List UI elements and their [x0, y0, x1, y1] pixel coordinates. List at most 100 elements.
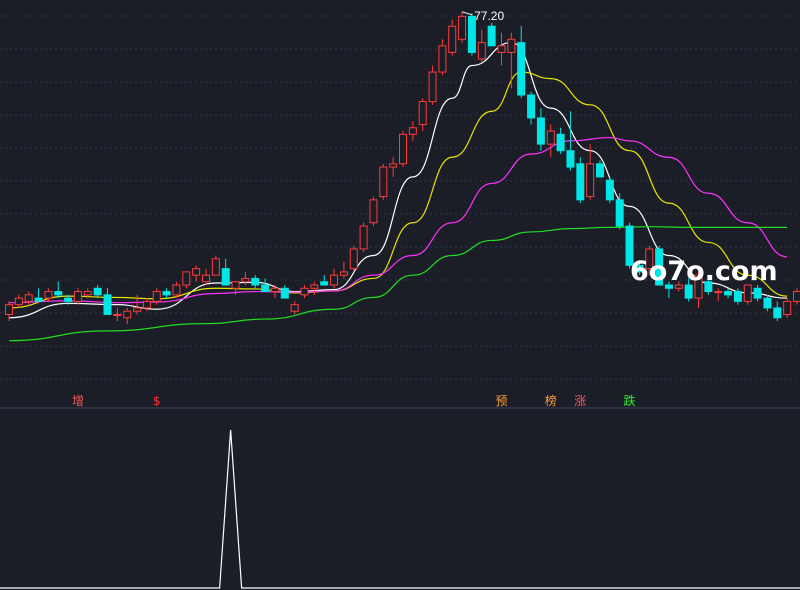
- candle: [280, 285, 289, 299]
- candle: [487, 22, 496, 47]
- candle: [517, 26, 526, 99]
- candle: [54, 281, 63, 299]
- candle-body-up: [270, 287, 279, 293]
- candle-body-up: [113, 313, 122, 316]
- candle: [270, 285, 279, 299]
- candle: [34, 288, 43, 302]
- candle: [793, 288, 800, 305]
- candle: [379, 163, 388, 200]
- candle-body-down: [773, 307, 782, 319]
- candle-body-down: [54, 291, 63, 296]
- candle-body-up: [202, 274, 210, 283]
- candle-body-up: [5, 304, 13, 315]
- candle: [586, 144, 595, 200]
- candle-body-down: [763, 297, 772, 309]
- signal-label: 跌: [624, 393, 636, 408]
- candle: [113, 307, 122, 322]
- candle: [576, 157, 585, 204]
- candle: [330, 268, 339, 289]
- candle-body-down: [103, 294, 112, 315]
- candle-body-down: [527, 94, 536, 119]
- candle: [783, 298, 792, 318]
- candle: [14, 294, 23, 308]
- candle-body-up: [399, 133, 407, 165]
- candle-body-up: [73, 291, 82, 302]
- candle-body-up: [182, 271, 191, 286]
- candle: [310, 281, 319, 295]
- candle-body-up: [231, 281, 240, 289]
- watermark-text: 6o7o.com: [630, 256, 778, 287]
- candle-body-down: [596, 163, 604, 178]
- candle: [123, 307, 132, 325]
- candle: [369, 196, 378, 227]
- signal-markers: 增 $ 预 榜 涨 跌: [72, 393, 636, 408]
- signal-label: 预: [495, 394, 507, 408]
- candle-body-up: [546, 130, 555, 145]
- signal-label: $: [153, 394, 161, 408]
- candle-body-up: [428, 71, 437, 103]
- moving-averages: [8, 41, 788, 342]
- candle: [162, 288, 171, 299]
- candle-body-up: [497, 45, 506, 53]
- peak-price-label: 77.20: [474, 9, 504, 23]
- candle-body-up: [310, 284, 319, 289]
- candle-body-up: [14, 297, 23, 306]
- candle-body-down: [280, 287, 289, 299]
- indicator-line: [0, 429, 800, 589]
- candle: [477, 29, 486, 63]
- stock-chart: 77.20 增 $ 预 榜 涨 跌: [0, 9, 800, 589]
- candle-body-down: [724, 291, 733, 296]
- candle: [724, 288, 733, 299]
- candle-body-up: [389, 163, 398, 168]
- candle: [605, 176, 614, 204]
- candle: [448, 19, 457, 56]
- candle-body-up: [339, 271, 348, 276]
- candle-body-up: [448, 25, 457, 53]
- candle-body-up: [477, 42, 486, 60]
- candle-body-down: [221, 268, 230, 286]
- candle-body-up: [458, 15, 467, 40]
- candle-body-up: [793, 291, 800, 302]
- candle-body-up: [507, 38, 516, 53]
- signal-label: 榜: [545, 393, 557, 408]
- candle: [615, 193, 624, 230]
- candle: [497, 32, 506, 66]
- candle-body-down: [64, 297, 73, 302]
- candle-body-up: [290, 304, 299, 312]
- signal-label: 涨: [574, 393, 586, 408]
- candle-body-up: [438, 45, 447, 73]
- candle: [261, 278, 270, 293]
- candle-body-down: [261, 284, 270, 293]
- candle: [536, 108, 545, 151]
- candle: [546, 124, 555, 158]
- candle-body-up: [192, 268, 201, 276]
- candle: [389, 157, 398, 177]
- candle: [714, 288, 723, 302]
- candle-body-down: [605, 179, 614, 201]
- grid-lines: [0, 15, 800, 380]
- candle-body-up: [586, 163, 595, 198]
- candle-body-down: [517, 42, 526, 96]
- candle-body-up: [369, 199, 378, 224]
- candle-body-up: [418, 101, 427, 125]
- candle-body-up: [44, 291, 53, 299]
- candle: [221, 258, 230, 286]
- candle: [339, 262, 348, 279]
- candle: [458, 11, 467, 43]
- candle: [103, 288, 112, 315]
- candle: [556, 127, 565, 154]
- candle-body-up: [123, 310, 132, 319]
- candle-body-up: [330, 274, 339, 286]
- candle: [743, 284, 752, 305]
- candle: [359, 222, 368, 253]
- signal-label: 增: [72, 394, 84, 408]
- candle-body-down: [536, 117, 545, 145]
- candle-body-up: [83, 291, 92, 296]
- candle-body-down: [320, 281, 329, 286]
- candle: [418, 98, 427, 132]
- candle-body-up: [379, 166, 388, 198]
- candle: [596, 160, 604, 178]
- candle-body-up: [152, 291, 161, 302]
- candle-body-down: [487, 25, 496, 47]
- candle-body-up: [349, 248, 358, 270]
